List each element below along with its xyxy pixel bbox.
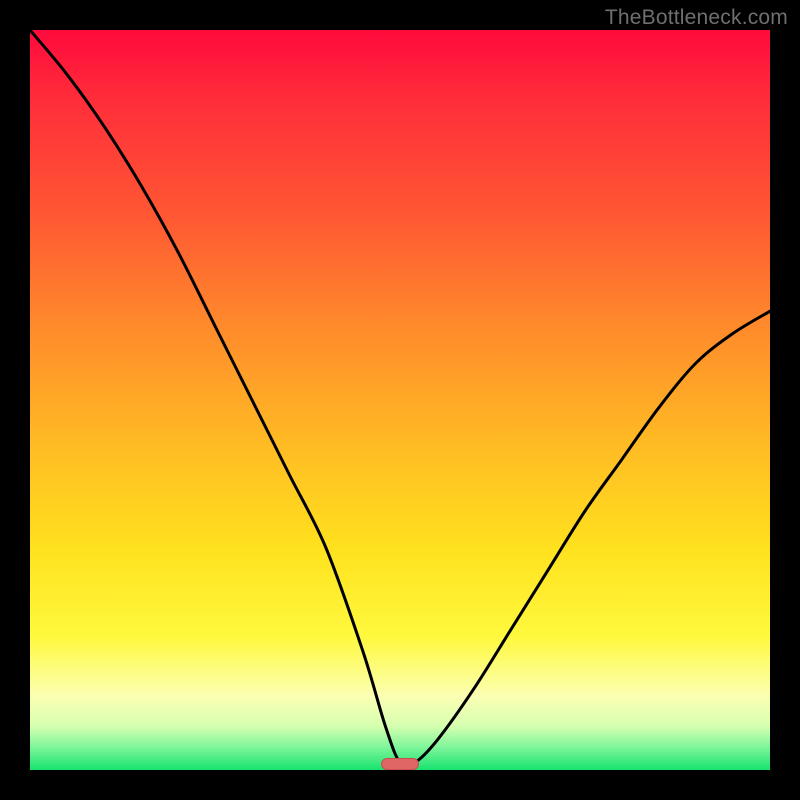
curve-layer — [30, 30, 770, 770]
bottleneck-curve-path — [30, 30, 770, 766]
watermark-text: TheBottleneck.com — [605, 6, 788, 30]
minimum-marker — [382, 759, 419, 770]
chart-frame: TheBottleneck.com — [0, 0, 800, 800]
plot-area — [30, 30, 770, 770]
